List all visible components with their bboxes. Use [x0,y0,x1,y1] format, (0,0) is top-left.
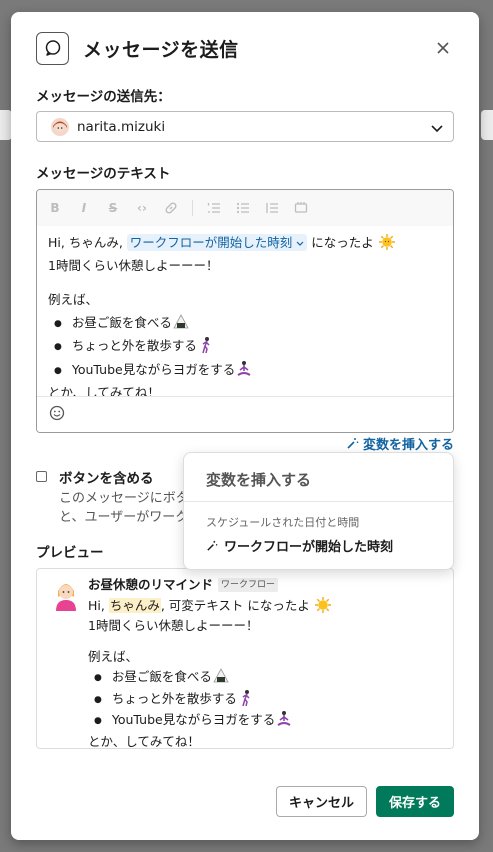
magic-wand-icon [347,438,359,449]
preview-sender: お昼休憩のリマインド [88,577,214,592]
variable-option-workflow-start-time[interactable]: ワークフローが開始した時刻 [206,536,393,555]
message-editor[interactable]: B I S ‹› Hi, ちゃんみ, ワークフローが開始した時刻 になったよ 1… [36,189,454,433]
popover-section-label: スケジュールされた日付と時間 [206,516,360,529]
yoga-emoji-icon [235,360,253,378]
preview-content: お昼休憩のリマインド ワークフロー Hi, ちゃんみ, 可変テキスト になったよ… [88,575,332,752]
modal-title: メッセージを送信 [83,38,239,61]
popover-title: 変数を挿入する [206,471,312,489]
preview-line-2: 1時間くらい休憩しよーーー！ [88,618,259,633]
list-item: ちょっと外を散歩する [88,689,332,711]
walking-emoji-icon [197,336,215,354]
rice-ball-emoji-icon [212,667,230,685]
walking-emoji-icon [237,689,255,707]
include-button-label: ボタンを含める [59,471,154,487]
format-toolbar: B I S ‹› [37,190,453,226]
modal-footer: キャンセル 保存する [276,786,454,817]
italic-icon[interactable]: I [76,200,92,216]
chevron-down-icon [431,121,443,137]
message-body: Hi, ちゃんみ, ワークフローが開始した時刻 になったよ 1時間くらい休憩しよ… [37,226,453,411]
insert-variable-link[interactable]: 変数を挿入する [346,434,454,453]
preview-label: プレビュー [36,545,104,561]
list-item: YouTube見ながらヨガをする [48,359,442,383]
include-button-checkbox[interactable] [36,471,47,482]
close-icon[interactable] [433,38,453,58]
cancel-button[interactable]: キャンセル [276,786,367,817]
message-preview: お昼休憩のリマインド ワークフロー Hi, ちゃんみ, 可変テキスト になったよ… [36,568,454,749]
list-item: YouTube見ながらヨガをする [88,710,332,732]
background-panel-right [481,110,493,140]
blockquote-icon[interactable] [264,200,280,216]
message-line-1: Hi, ちゃんみ, ワークフローが開始した時刻 になったよ [48,232,442,255]
recipient-label: メッセージの送信先： [36,89,171,105]
rice-ball-emoji-icon [172,313,190,331]
toolbar-divider [192,200,193,216]
magic-wand-icon [207,540,218,551]
recipient-select[interactable]: narita.mizuki [36,111,454,142]
code-block-icon[interactable] [293,200,309,216]
insert-variable-popover: 変数を挿入する スケジュールされた日付と時間 ワークフローが開始した時刻 [183,452,454,570]
send-message-modal: メッセージを送信 メッセージの送信先： narita.mizuki メッセージの… [11,12,479,840]
editor-footer [37,396,453,432]
bold-icon[interactable]: B [47,200,63,216]
preview-line-1: Hi, ちゃんみ, 可変テキスト になったよ [88,596,332,617]
preview-line-3: 例えば、 [88,648,139,664]
workflow-badge: ワークフロー [218,578,279,593]
bulleted-list-icon[interactable] [235,200,251,216]
modal-header: メッセージを送信 [36,31,459,65]
yoga-emoji-icon [275,710,293,728]
sun-emoji-icon [314,596,332,614]
preview-header: お昼休憩のリマインド ワークフロー [88,575,332,596]
message-line-3: 例えば、 [48,292,99,307]
popover-divider [184,501,453,502]
variable-pill[interactable]: ワークフローが開始した時刻 [126,234,308,251]
recipient-value: narita.mizuki [77,118,166,135]
message-line-2: 1時間くらい休憩しよーーー！ [48,257,219,273]
avatar [53,579,79,611]
link-icon[interactable] [163,200,179,216]
avatar [51,117,69,136]
code-icon[interactable]: ‹› [134,200,150,216]
list-item: お昼ご飯を食べる [48,312,442,336]
highlighted-variable: ちゃんみ [108,597,161,613]
numbered-list-icon[interactable] [206,200,222,216]
strikethrough-icon[interactable]: S [105,200,121,216]
save-button[interactable]: 保存する [376,786,454,817]
emoji-picker-icon[interactable] [49,405,65,425]
list-item: ちょっと外を散歩する [48,335,442,359]
sun-emoji-icon [378,233,396,251]
message-text-label: メッセージのテキスト [36,166,171,182]
list-item: お昼ご飯を食べる [88,667,332,689]
message-bubble-icon [36,31,69,65]
preview-closing: とか、してみてね！ [88,733,200,749]
